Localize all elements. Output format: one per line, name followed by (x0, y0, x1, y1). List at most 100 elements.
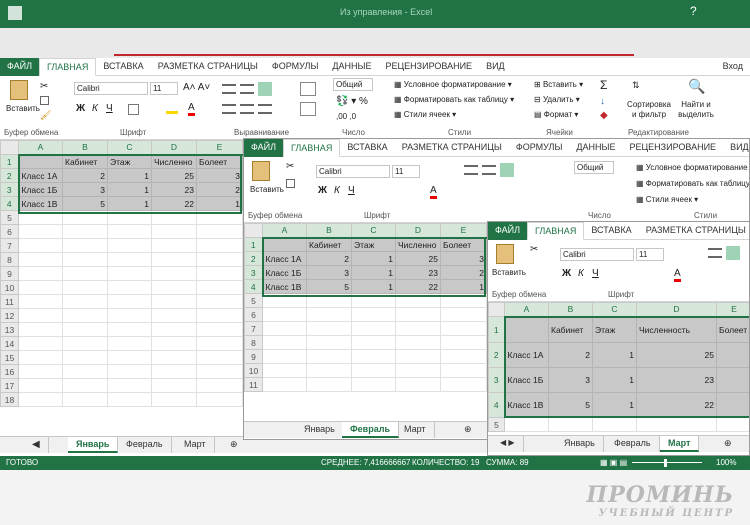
font-name-select[interactable]: Calibri (316, 165, 390, 178)
col-header-d[interactable]: D (151, 140, 197, 156)
row-header[interactable]: 18 (0, 392, 19, 407)
zoom-slider[interactable] (632, 462, 702, 463)
italic-button[interactable]: К (578, 268, 584, 279)
format-table-button[interactable]: ▦ Форматировать как таблицу (636, 179, 749, 188)
tab-view[interactable]: ВИД (479, 58, 512, 76)
row-header[interactable]: 4 (244, 279, 264, 294)
align-bottom-icon[interactable] (258, 82, 272, 96)
tab-home[interactable]: ГЛАВНАЯ (283, 139, 341, 157)
scroll-left-icon[interactable]: ◀ (24, 437, 49, 453)
row-header[interactable]: 5 (0, 210, 19, 225)
sheet-tab-march[interactable]: Март (660, 436, 700, 452)
bold-button[interactable]: Ж (318, 185, 327, 196)
zoom-slider-thumb[interactable] (664, 459, 667, 467)
col-header-a[interactable]: A (262, 223, 307, 239)
sort-filter-label[interactable]: Сортировка и фильтр (624, 100, 674, 120)
align-bottom-icon[interactable] (500, 163, 514, 177)
row-header[interactable]: 14 (0, 336, 19, 351)
align-left-icon[interactable] (222, 104, 236, 114)
conditional-format-button[interactable]: ▦ Условное форматирование (636, 163, 748, 172)
corner-cell[interactable] (0, 140, 19, 155)
number-format-select[interactable]: Общий (574, 161, 614, 174)
col-header-e[interactable]: E (196, 140, 243, 156)
col-header-c[interactable]: C (351, 223, 396, 239)
borders-icon[interactable] (128, 104, 139, 115)
paste-icon[interactable] (496, 244, 514, 264)
cell-styles-button[interactable]: ▦ Стили ячеек ▾ (394, 110, 456, 119)
font-name-select[interactable]: Calibri (74, 82, 148, 95)
row-header[interactable]: 11 (244, 377, 263, 392)
font-color-icon[interactable]: A (430, 185, 437, 199)
row-header[interactable]: 7 (0, 238, 19, 253)
zoom-level[interactable]: 100% (716, 458, 736, 467)
tab-file[interactable]: ФАЙЛ (0, 58, 40, 76)
sheet-tab-january[interactable]: Январь (556, 436, 604, 452)
tab-insert[interactable]: ВСТАВКА (584, 222, 638, 240)
paste-icon[interactable] (10, 80, 28, 100)
tab-file[interactable]: ФАЙЛ (488, 222, 528, 240)
tab-page-layout[interactable]: РАЗМЕТКА СТРАНИЦЫ (151, 58, 265, 76)
italic-button[interactable]: К (334, 185, 340, 196)
tab-review[interactable]: РЕЦЕНЗИРОВАНИЕ (379, 58, 480, 76)
scroll-left-icon[interactable]: ◀ ▶ (492, 436, 524, 452)
cut-icon[interactable]: ✂ (286, 161, 294, 172)
login-link[interactable]: Вход (716, 58, 750, 76)
row-header[interactable]: 16 (0, 364, 19, 379)
underline-button[interactable]: Ч (348, 185, 355, 196)
cut-icon[interactable]: ✂ (530, 244, 538, 255)
row-header[interactable]: 7 (244, 321, 263, 336)
row-header[interactable]: 5 (488, 417, 505, 432)
row-header[interactable]: 9 (0, 266, 19, 281)
paste-label[interactable]: Вставить (250, 185, 284, 194)
col-header-a[interactable]: A (504, 302, 549, 318)
col-header-c[interactable]: C (592, 302, 637, 318)
add-sheet-icon[interactable]: ⊕ (716, 436, 740, 452)
align-right-icon[interactable] (258, 104, 272, 114)
col-header-a[interactable]: A (18, 140, 63, 156)
tab-review[interactable]: РЕЦЕНЗИРОВАНИЕ (623, 139, 724, 157)
delete-cells-button[interactable]: ⊟ Удалить ▾ (534, 95, 580, 104)
font-color-icon[interactable]: A (674, 268, 681, 282)
font-color-icon[interactable]: A (188, 102, 195, 116)
row-header[interactable]: 9 (244, 349, 263, 364)
align-top-icon[interactable] (222, 84, 236, 94)
paste-label[interactable]: Вставить (6, 104, 40, 113)
decimal-icon[interactable]: ,00 ,0 (336, 112, 356, 121)
add-sheet-icon[interactable]: ⊕ (456, 422, 480, 438)
row-header[interactable]: 5 (244, 293, 263, 308)
cell-styles-button[interactable]: ▦ Стили ячеек ▾ (636, 195, 698, 204)
fill-down-icon[interactable]: ↓ (600, 96, 605, 107)
col-header-b[interactable]: B (548, 302, 593, 318)
align-middle-icon[interactable] (482, 165, 496, 175)
row-header[interactable]: 2 (488, 342, 506, 368)
col-header-b[interactable]: B (306, 223, 352, 239)
col-header-d[interactable]: D (395, 223, 441, 239)
sheet-tab-january[interactable]: Январь (68, 437, 119, 453)
row-header[interactable]: 3 (488, 367, 506, 393)
col-header-e[interactable]: E (440, 223, 487, 239)
sheet-tab-march[interactable]: Март (396, 422, 435, 438)
sheet-tab-march[interactable]: Март (176, 437, 215, 453)
grow-font-icon[interactable]: A˄ A˅ (183, 82, 210, 93)
sheet-tab-february[interactable]: Февраль (606, 436, 660, 452)
sheet-tab-january[interactable]: Январь (296, 422, 344, 438)
col-header-d[interactable]: D (636, 302, 717, 318)
tab-home[interactable]: ГЛАВНАЯ (39, 58, 97, 76)
tab-data[interactable]: ДАННЫЕ (569, 139, 622, 157)
fill-color-icon[interactable] (166, 102, 178, 114)
row-header[interactable]: 8 (244, 335, 263, 350)
tab-insert[interactable]: ВСТАВКА (340, 139, 394, 157)
paste-label[interactable]: Вставить (492, 268, 526, 277)
font-size-select[interactable]: 11 (150, 82, 178, 95)
row-header[interactable]: 4 (488, 392, 506, 418)
tab-home[interactable]: ГЛАВНАЯ (527, 222, 585, 240)
normal-view-icon[interactable]: ▦ ▣ ▤ (600, 458, 627, 467)
sort-filter-icon[interactable]: ⇅ (632, 80, 648, 96)
paste-icon[interactable] (252, 161, 270, 181)
row-header[interactable]: 12 (0, 308, 19, 323)
row-header[interactable]: 1 (244, 237, 264, 252)
conditional-format-button[interactable]: ▦ Условное форматирование ▾ (394, 80, 512, 89)
row-header[interactable]: 1 (488, 316, 506, 343)
tab-insert[interactable]: ВСТАВКА (96, 58, 150, 76)
align-center-icon[interactable] (240, 104, 254, 114)
